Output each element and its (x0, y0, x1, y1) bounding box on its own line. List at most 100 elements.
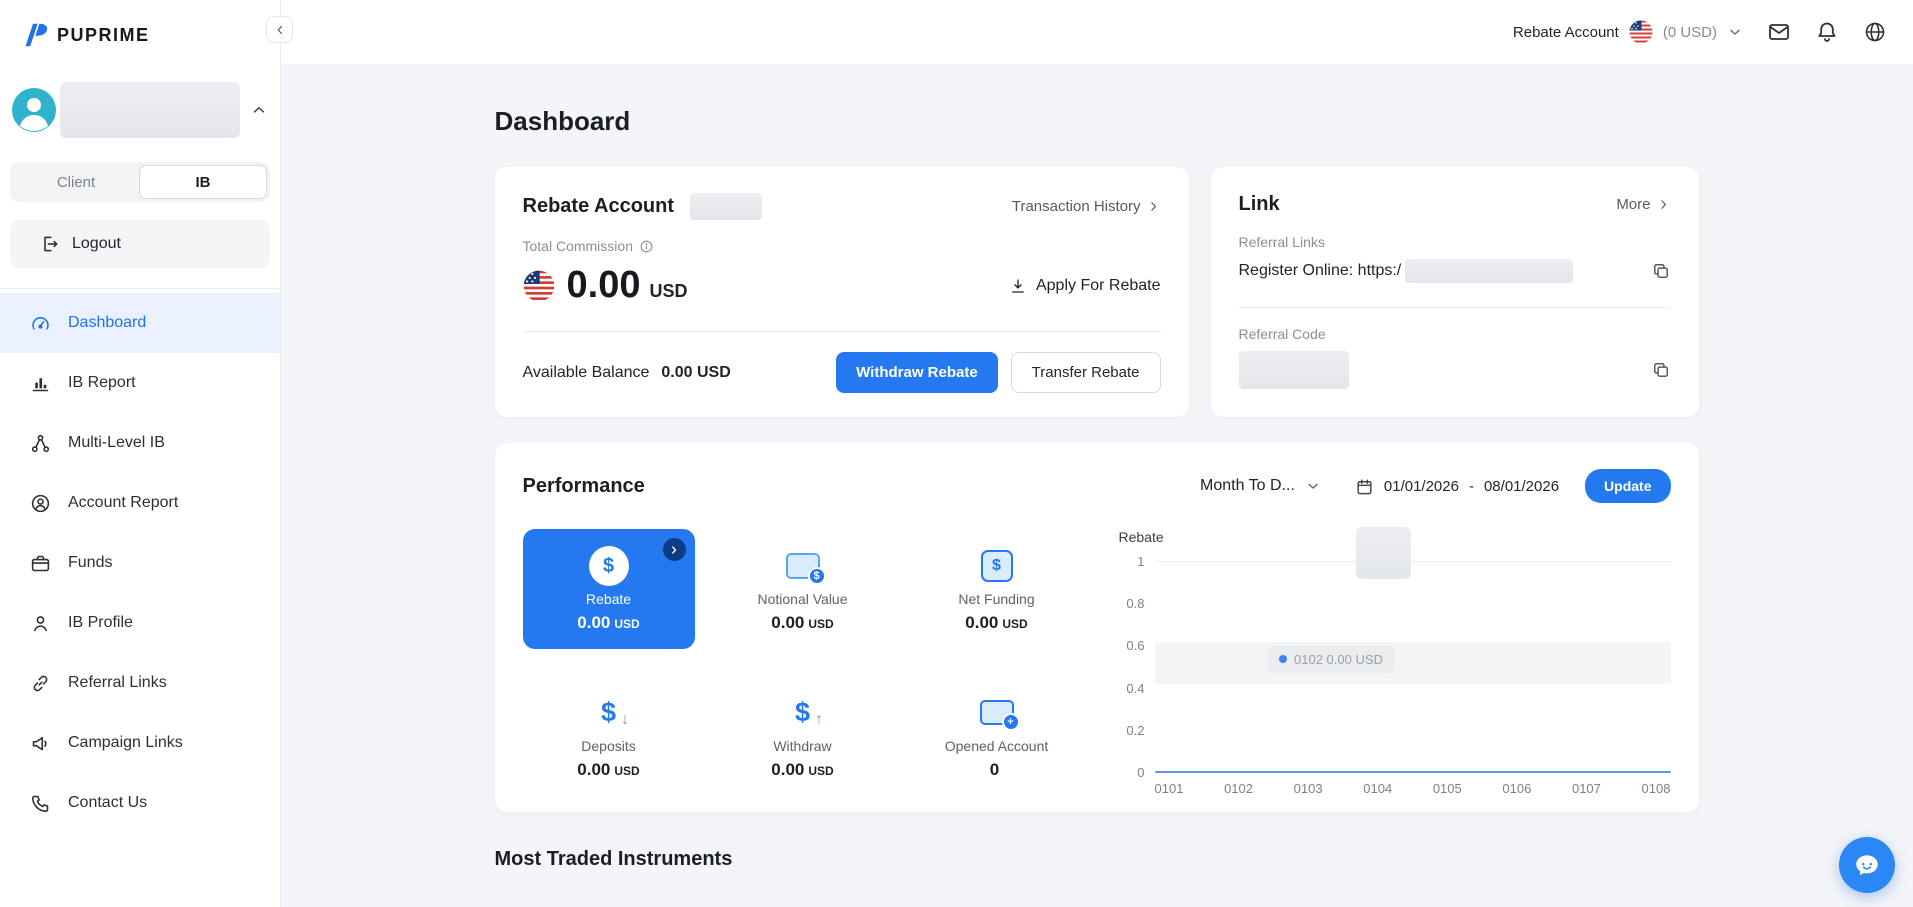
available-balance-label: Available Balance (523, 364, 650, 382)
total-commission-currency: USD (649, 281, 687, 302)
sidebar-collapse-button[interactable] (266, 16, 293, 43)
x-tick: 0106 (1502, 781, 1531, 796)
metric-label: Withdraw (773, 738, 831, 754)
sidebar-item-ib-profile[interactable]: IB Profile (0, 593, 280, 653)
performance-card: Performance Month To D... 01/01/2026 - 0… (495, 443, 1699, 812)
account-switcher[interactable]: Rebate Account (0 USD) (1513, 20, 1743, 44)
sidebar-divider (0, 288, 280, 289)
transaction-history-link[interactable]: Transaction History (1012, 198, 1161, 215)
withdraw-rebate-button[interactable]: Withdraw Rebate (836, 352, 998, 393)
available-balance-value: 0.00 USD (661, 364, 730, 382)
y-tick: 0.4 (1119, 681, 1145, 696)
sidebar-item-label: Account Report (68, 494, 178, 512)
link-card-title: Link (1239, 193, 1280, 216)
total-commission-label: Total Commission (523, 238, 633, 254)
account-type-label: Rebate Account (1513, 24, 1619, 41)
account-id-redacted (690, 193, 762, 220)
person-circle-icon (30, 493, 51, 514)
copy-icon[interactable] (1651, 360, 1671, 380)
period-select[interactable]: Month To D... (1200, 477, 1321, 495)
sidebar-item-label: Referral Links (68, 674, 167, 692)
referral-links-label: Referral Links (1239, 234, 1671, 250)
link-icon (30, 673, 51, 694)
chart-highlight-band (1155, 642, 1671, 684)
sidebar-item-label: Multi-Level IB (68, 434, 165, 452)
top-bar: Rebate Account (0 USD) (280, 0, 1913, 64)
metric-unit: USD (1002, 617, 1027, 631)
usd-flag-icon (523, 270, 555, 302)
chevron-up-icon[interactable] (250, 101, 268, 119)
metric-tile-deposits[interactable]: $↓ Deposits 0.00USD (523, 676, 695, 796)
sidebar-item-dashboard[interactable]: Dashboard (0, 293, 280, 353)
funds-wallet-icon (30, 553, 51, 574)
language-globe-icon[interactable] (1863, 20, 1887, 44)
total-commission-amount: 0.00 (567, 264, 641, 307)
metric-unit: USD (808, 764, 833, 778)
campaign-megaphone-icon (30, 733, 51, 754)
chart-plot-area[interactable]: 0102 0.00 USD (1155, 561, 1671, 773)
metric-unit: USD (808, 617, 833, 631)
sidebar-item-label: IB Profile (68, 614, 133, 632)
plus-badge-icon: + (1002, 713, 1020, 731)
chevron-down-icon (1305, 478, 1321, 494)
phone-icon (30, 793, 51, 814)
link-card: Link More Referral Links Register Online… (1211, 167, 1699, 417)
tab-ib[interactable]: IB (139, 165, 267, 199)
rebate-card-title: Rebate Account (523, 195, 675, 218)
transaction-history-label: Transaction History (1012, 198, 1141, 215)
top-cards-row: Rebate Account Transaction History Total… (495, 167, 1699, 417)
mail-icon[interactable] (1767, 20, 1791, 44)
dollar-up-icon: $↑ (795, 699, 810, 726)
chevron-right-icon (1656, 197, 1671, 212)
metric-tile-net-funding[interactable]: $ Net Funding 0.00USD (911, 529, 1083, 649)
metric-tile-opened-account[interactable]: + Opened Account 0 (911, 676, 1083, 796)
sidebar-item-label: Funds (68, 554, 112, 572)
y-tick: 0.8 (1119, 596, 1145, 611)
metric-tile-notional-value[interactable]: $ Notional Value 0.00USD (717, 529, 889, 649)
chart-tooltip-text: 0102 0.00 USD (1294, 652, 1383, 667)
sidebar-item-label: Dashboard (68, 314, 146, 332)
user-avatar (12, 88, 56, 132)
metric-tile-rebate[interactable]: $ Rebate 0.00USD (523, 529, 695, 649)
metric-unit: USD (614, 617, 639, 631)
rebate-detail-arrow-icon[interactable] (663, 538, 686, 561)
more-link[interactable]: More (1616, 196, 1670, 213)
copy-icon[interactable] (1651, 261, 1671, 281)
date-end: 08/01/2026 (1484, 478, 1559, 495)
sidebar-item-ib-report[interactable]: IB Report (0, 353, 280, 413)
transfer-rebate-button[interactable]: Transfer Rebate (1011, 352, 1161, 393)
tab-client[interactable]: Client (13, 165, 139, 199)
chart-redacted-block (1356, 527, 1411, 579)
apply-for-rebate-link[interactable]: Apply For Rebate (1009, 277, 1161, 295)
sidebar-item-contact-us[interactable]: Contact Us (0, 773, 280, 833)
sidebar-item-multi-level-ib[interactable]: Multi-Level IB (0, 413, 280, 473)
metric-value: 0.00 (771, 760, 804, 780)
client-ib-toggle: Client IB (10, 162, 270, 202)
date-range-picker[interactable]: 01/01/2026 - 08/01/2026 (1355, 477, 1559, 496)
metric-tile-withdraw[interactable]: $↑ Withdraw 0.00 USD (717, 676, 889, 796)
metric-value: 0 (990, 760, 999, 780)
sidebar-item-referral-links[interactable]: Referral Links (0, 653, 280, 713)
metric-grid: $ Rebate 0.00USD $ Notional Value 0.00US… (523, 529, 1083, 796)
sidebar-item-campaign-links[interactable]: Campaign Links (0, 713, 280, 773)
logout-button[interactable]: Logout (10, 220, 270, 268)
chart-tooltip: 0102 0.00 USD (1268, 646, 1394, 673)
profile-summary[interactable] (12, 82, 268, 138)
dollar-badge-icon: $ (808, 567, 826, 585)
update-button[interactable]: Update (1585, 469, 1670, 503)
sidebar-item-label: Contact Us (68, 794, 147, 812)
performance-title: Performance (523, 475, 645, 498)
main-column: Rebate Account (0 USD) Dashboard (280, 0, 1913, 907)
info-icon[interactable] (639, 239, 654, 254)
series-dot-icon (1279, 655, 1287, 663)
notification-bell-icon[interactable] (1815, 20, 1839, 44)
bar-chart-icon (30, 373, 51, 394)
sidebar-item-account-report[interactable]: Account Report (0, 473, 280, 533)
live-chat-button[interactable] (1839, 837, 1895, 893)
sidebar-item-funds[interactable]: Funds (0, 533, 280, 593)
x-tick: 0101 (1155, 781, 1184, 796)
divider (1239, 307, 1671, 308)
y-tick: 0 (1119, 765, 1145, 780)
apply-download-icon (1009, 277, 1027, 295)
chevron-right-icon (1146, 199, 1161, 214)
